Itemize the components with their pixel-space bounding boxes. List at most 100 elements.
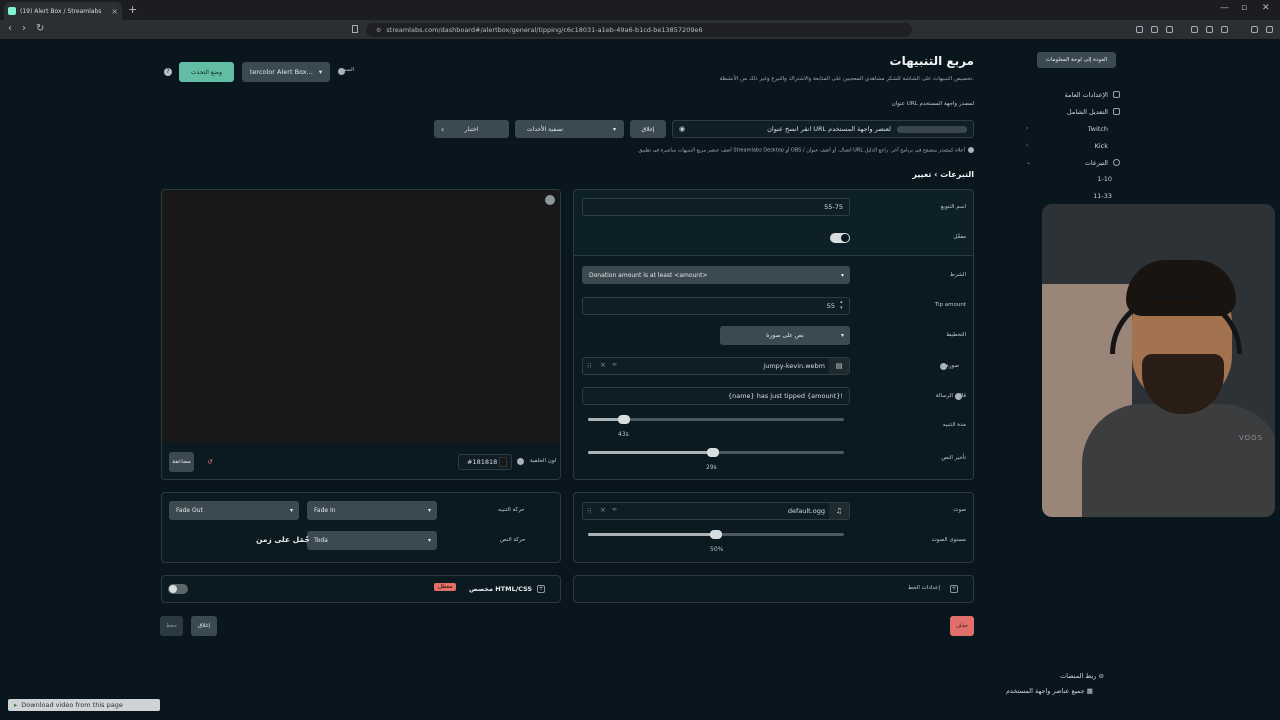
test-button[interactable]: ‹ اختبار xyxy=(434,120,509,138)
menu-icon[interactable] xyxy=(1266,26,1273,33)
slider-thumb[interactable] xyxy=(707,448,720,457)
sidebar-item-twitch[interactable]: › Twitch xyxy=(1020,120,1120,137)
enabled-toggle[interactable] xyxy=(830,233,850,243)
extension-icon[interactable] xyxy=(1166,26,1173,33)
profile-icon[interactable] xyxy=(1251,26,1258,33)
widget-url-field[interactable]: انقر انسخ عنوان URL لعنصر واجهة المستخدم… xyxy=(672,120,974,138)
back-to-dashboard-button[interactable]: العودة إلى لوحة المعلومات xyxy=(1037,52,1116,68)
webcam-overlay: VOOS xyxy=(1042,204,1275,517)
save-button[interactable]: حفظ xyxy=(160,616,183,636)
extension-icon[interactable] xyxy=(1191,26,1198,33)
chevron-icon: › xyxy=(1026,125,1029,132)
sound-file-field[interactable]: ⁝⁝ × ∞ default.ogg ♫ xyxy=(582,502,850,520)
alert-out-select[interactable]: Fade Out ▾ xyxy=(169,501,299,520)
link-icon[interactable]: ∞ xyxy=(612,506,617,513)
info-icon[interactable] xyxy=(517,458,524,465)
text-delay-slider[interactable] xyxy=(588,448,844,457)
duplicate-button[interactable]: مضاعفة xyxy=(169,452,194,472)
theme-value: tercolor Alert Box... xyxy=(249,68,313,76)
eye-icon[interactable]: ◉ xyxy=(679,125,685,133)
site-info-icon[interactable]: ⚙ xyxy=(376,27,381,34)
bg-color-input[interactable]: #181818 xyxy=(458,454,512,470)
extension-icon[interactable] xyxy=(1136,26,1143,33)
duration-slider[interactable] xyxy=(588,415,844,424)
variation-name-input[interactable]: 55-75 xyxy=(582,198,850,216)
link-icon: ⊘ xyxy=(1098,672,1104,680)
sidebar-item-general[interactable]: الإعدادات العامة xyxy=(1020,86,1120,103)
minimize-icon[interactable]: — xyxy=(1220,3,1229,13)
text-animation-select[interactable]: Toda ▾ xyxy=(307,531,437,550)
sidebar-item-donations[interactable]: ⌄ التبرعات xyxy=(1020,154,1120,171)
layout-select[interactable]: نص على صورة ▾ xyxy=(720,326,850,345)
sidebar-item-kick[interactable]: › Kick xyxy=(1020,137,1120,154)
theme-select[interactable]: tercolor Alert Box... ▾ xyxy=(242,62,330,82)
chevron-down-icon: ▾ xyxy=(289,507,293,514)
sidebar-item-global-edit[interactable]: التعديل الشامل xyxy=(1020,103,1120,120)
condition-select[interactable]: Donation amount is at least <amount> ▾ xyxy=(582,266,850,284)
reload-icon[interactable]: ↻ xyxy=(36,23,44,34)
expand-icon[interactable]: + xyxy=(950,585,958,593)
stepper-icon[interactable]: ▴ ▾ xyxy=(840,299,843,311)
sidebar-subitem[interactable]: 11-33 xyxy=(1020,188,1120,205)
message-template-input[interactable]: {name} has just tipped {amount}! xyxy=(582,387,850,405)
filter-events-label: تصفية الأحداث xyxy=(527,125,564,133)
slider-thumb[interactable] xyxy=(617,415,630,424)
download-icon[interactable] xyxy=(1221,26,1228,33)
delete-button[interactable]: حذف xyxy=(950,616,974,636)
image-file-icon[interactable]: ▤ xyxy=(829,358,849,374)
page-title: مربع التنبيهات xyxy=(889,54,974,68)
expand-icon[interactable]: + xyxy=(537,585,545,593)
tip-amount-input[interactable]: 55 xyxy=(582,297,850,315)
connect-platforms-link[interactable]: ربط المنصات ⊘ xyxy=(1060,672,1104,680)
condition-label: الشرط xyxy=(949,272,966,278)
new-tab-icon[interactable]: + xyxy=(128,3,137,16)
extension-icon[interactable] xyxy=(1151,26,1158,33)
text-delay-value: 29s xyxy=(706,464,717,471)
info-icon[interactable] xyxy=(955,393,962,400)
volume-slider[interactable] xyxy=(588,530,844,539)
help-icon[interactable]: ? xyxy=(164,68,172,76)
music-note-icon[interactable]: ♫ xyxy=(829,503,849,519)
info-icon[interactable] xyxy=(940,363,947,370)
close-button[interactable]: إغلاق xyxy=(191,616,217,636)
browser-tab[interactable]: (19) Alert Box / Streamlabs × xyxy=(4,2,122,20)
remove-icon[interactable]: × xyxy=(600,506,606,514)
duration-label: مدة التنبيه xyxy=(942,422,966,428)
lock-button[interactable]: إغلاق xyxy=(630,120,666,138)
forward-icon[interactable]: › xyxy=(22,23,26,34)
drag-handle-icon[interactable]: ⁝⁝ xyxy=(587,362,591,370)
custom-html-label: مخصص HTML/CSS xyxy=(469,585,533,593)
sidebar-icon[interactable] xyxy=(1206,26,1213,33)
drag-handle-icon[interactable]: ⁝⁝ xyxy=(587,507,591,515)
reset-icon[interactable]: ↺ xyxy=(207,458,213,466)
close-window-icon[interactable]: ✕ xyxy=(1262,3,1270,13)
image-file-field[interactable]: ⁝⁝ × ∞ jumpy-kevin.webm ▤ xyxy=(582,357,850,375)
back-icon[interactable]: ‹ xyxy=(8,23,12,34)
slider-thumb[interactable] xyxy=(710,530,722,539)
custom-html-toggle[interactable] xyxy=(168,584,188,594)
sidebar-subitem[interactable]: 1-10 xyxy=(1020,171,1120,188)
close-tab-icon[interactable]: × xyxy=(111,7,118,16)
download-video-bar[interactable]: ▸ Download video from this page xyxy=(8,699,160,711)
sidebar: الإعدادات العامة التعديل الشامل › Twitch… xyxy=(1020,86,1120,205)
preview-settings-icon[interactable] xyxy=(545,195,555,205)
all-widgets-link[interactable]: جميع عناصر واجهة المستخدم ▦ xyxy=(1006,687,1093,695)
disabled-badge: معطل xyxy=(434,583,457,591)
link-icon[interactable]: ∞ xyxy=(612,361,617,368)
color-swatch[interactable] xyxy=(499,457,507,467)
remove-icon[interactable]: × xyxy=(600,361,606,369)
chevron-down-icon: ▾ xyxy=(318,68,323,76)
maximize-icon[interactable]: ▫ xyxy=(1241,3,1247,13)
filter-events-select[interactable]: تصفية الأحداث ▾ xyxy=(515,120,624,138)
chevron-down-icon: ▾ xyxy=(840,332,844,339)
bookmark-icon[interactable] xyxy=(352,25,358,33)
image-label: صورة xyxy=(945,363,959,369)
theme-info-icon[interactable] xyxy=(338,68,345,75)
chevron-left-icon: ‹ xyxy=(441,124,445,134)
url-field[interactable]: ⚙ streamlabs.com/dashboard#/alertbox/gen… xyxy=(366,23,912,37)
toggle-knob xyxy=(841,234,849,242)
gear-icon xyxy=(1113,91,1120,98)
preview-mode-button[interactable]: وضع التحذث xyxy=(179,62,234,82)
tab-title: (19) Alert Box / Streamlabs xyxy=(20,7,102,15)
alert-in-select[interactable]: Fade In ▾ xyxy=(307,501,437,520)
